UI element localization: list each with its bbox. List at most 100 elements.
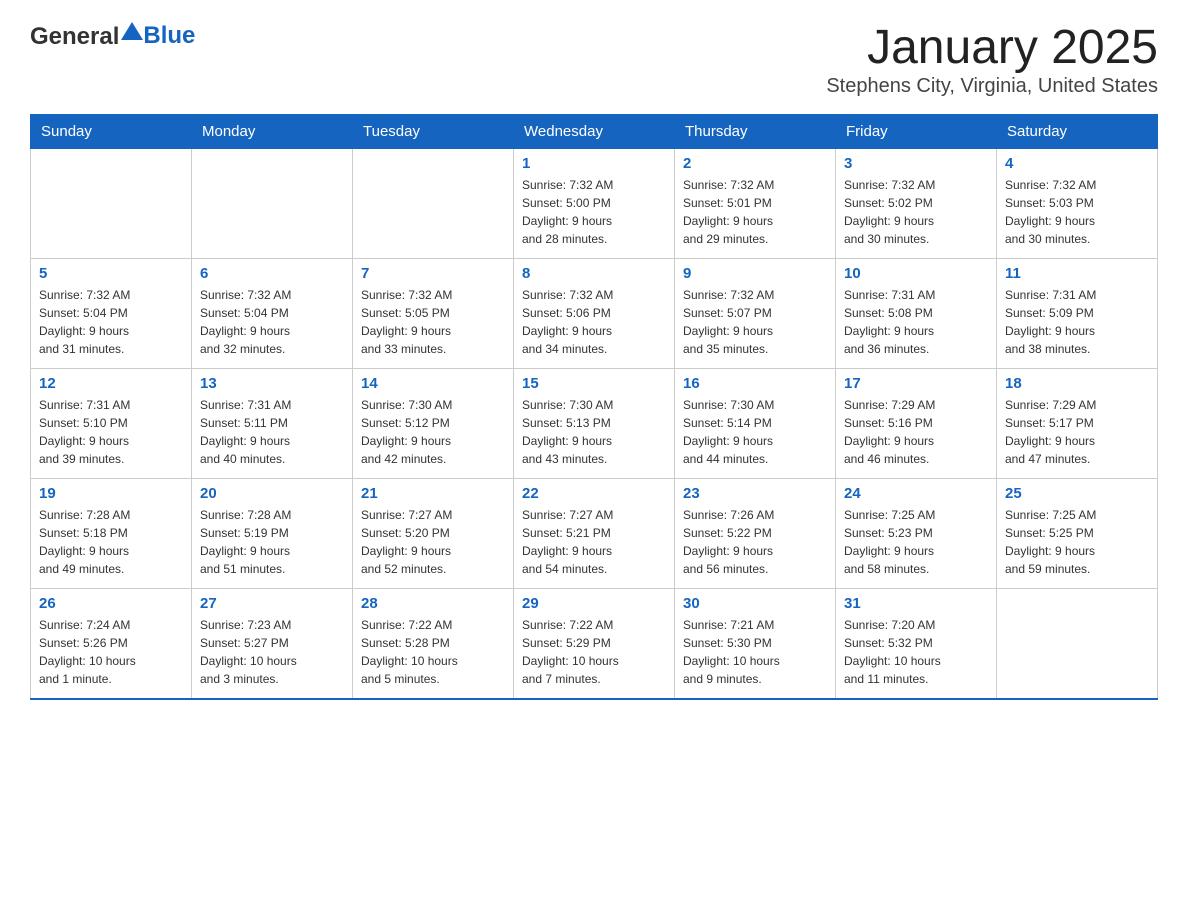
day-number: 3: [844, 155, 988, 172]
calendar-cell: 18Sunrise: 7:29 AM Sunset: 5:17 PM Dayli…: [997, 369, 1158, 479]
calendar-cell: 23 Sunrise: 7:26 AM Sunset: 5:22 PM Dayli…: [675, 479, 836, 589]
day-number: 23: [683, 485, 827, 502]
day-number: 27: [200, 595, 344, 612]
day-number: 29: [522, 595, 666, 612]
day-number: 11: [1005, 265, 1149, 282]
calendar-cell: [997, 589, 1158, 699]
day-number: 19: [39, 485, 183, 502]
calendar-cell: 9Sunrise: 7:32 AM Sunset: 5:07 PM Daylig…: [675, 259, 836, 369]
day-number: 13: [200, 375, 344, 392]
calendar-cell: [353, 149, 514, 259]
calendar-cell: 11 Sunrise: 7:31 AM Sunset: 5:09 PM Dayli…: [997, 259, 1158, 369]
day-info: Sunrise: 7:22 AM Sunset: 5:28 PM Dayligh…: [361, 616, 505, 688]
header-saturday: Saturday: [997, 115, 1158, 149]
day-info: Sunrise: 7:26 AM Sunset: 5:22 PM Dayligh…: [683, 506, 827, 578]
week-row-5: 26Sunrise: 7:24 AM Sunset: 5:26 PM Dayli…: [31, 589, 1158, 699]
header-monday: Monday: [192, 115, 353, 149]
calendar-cell: 13 Sunrise: 7:31 AM Sunset: 5:11 PM Dayli…: [192, 369, 353, 479]
day-number: 15: [522, 375, 666, 392]
day-info: Sunrise: 7:31 AM Sunset: 5:11 PM Dayligh…: [200, 396, 344, 468]
calendar-cell: 4 Sunrise: 7:32 AM Sunset: 5:03 PM Daylig…: [997, 149, 1158, 259]
day-number: 9: [683, 265, 827, 282]
day-info: Sunrise: 7:24 AM Sunset: 5:26 PM Dayligh…: [39, 616, 183, 688]
calendar-cell: 20 Sunrise: 7:28 AM Sunset: 5:19 PM Dayli…: [192, 479, 353, 589]
day-number: 4: [1005, 155, 1149, 172]
calendar-title: January 2025: [826, 20, 1158, 75]
day-info: Sunrise: 7:27 AM Sunset: 5:20 PM Dayligh…: [361, 506, 505, 578]
day-number: 20: [200, 485, 344, 502]
logo-blue-text: Blue: [143, 22, 195, 50]
day-number: 10: [844, 265, 988, 282]
day-info: Sunrise: 7:25 AM Sunset: 5:23 PM Dayligh…: [844, 506, 988, 578]
logo-general-text: General: [30, 23, 119, 51]
calendar-subtitle: Stephens City, Virginia, United States: [826, 75, 1158, 98]
day-info: Sunrise: 7:27 AM Sunset: 5:21 PM Dayligh…: [522, 506, 666, 578]
day-info: Sunrise: 7:28 AM Sunset: 5:19 PM Dayligh…: [200, 506, 344, 578]
calendar-cell: 2 Sunrise: 7:32 AM Sunset: 5:01 PM Daylig…: [675, 149, 836, 259]
title-block: January 2025 Stephens City, Virginia, Un…: [826, 20, 1158, 98]
calendar-cell: 21 Sunrise: 7:27 AM Sunset: 5:20 PM Dayli…: [353, 479, 514, 589]
calendar-cell: 14 Sunrise: 7:30 AM Sunset: 5:12 PM Dayli…: [353, 369, 514, 479]
day-info: Sunrise: 7:20 AM Sunset: 5:32 PM Dayligh…: [844, 616, 988, 688]
calendar-cell: 28 Sunrise: 7:22 AM Sunset: 5:28 PM Dayli…: [353, 589, 514, 699]
day-info: Sunrise: 7:32 AM Sunset: 5:04 PM Dayligh…: [200, 286, 344, 358]
logo: General Blue: [30, 20, 195, 51]
calendar-cell: 3 Sunrise: 7:32 AM Sunset: 5:02 PM Daylig…: [836, 149, 997, 259]
day-info: Sunrise: 7:28 AM Sunset: 5:18 PM Dayligh…: [39, 506, 183, 578]
calendar-cell: 5 Sunrise: 7:32 AM Sunset: 5:04 PM Daylig…: [31, 259, 192, 369]
calendar-cell: 19 Sunrise: 7:28 AM Sunset: 5:18 PM Dayli…: [31, 479, 192, 589]
day-number: 7: [361, 265, 505, 282]
calendar-cell: [192, 149, 353, 259]
day-info: Sunrise: 7:25 AM Sunset: 5:25 PM Dayligh…: [1005, 506, 1149, 578]
day-number: 5: [39, 265, 183, 282]
calendar-cell: 10 Sunrise: 7:31 AM Sunset: 5:08 PM Dayli…: [836, 259, 997, 369]
header-wednesday: Wednesday: [514, 115, 675, 149]
calendar-cell: 25 Sunrise: 7:25 AM Sunset: 5:25 PM Dayli…: [997, 479, 1158, 589]
day-number: 21: [361, 485, 505, 502]
day-info: Sunrise: 7:32 AM Sunset: 5:03 PM Dayligh…: [1005, 176, 1149, 248]
day-info: Sunrise: 7:30 AM Sunset: 5:13 PM Dayligh…: [522, 396, 666, 468]
day-number: 30: [683, 595, 827, 612]
header-friday: Friday: [836, 115, 997, 149]
page-header: General Blue January 2025 Stephens City,…: [30, 20, 1158, 98]
calendar-cell: 6Sunrise: 7:32 AM Sunset: 5:04 PM Daylig…: [192, 259, 353, 369]
day-info: Sunrise: 7:31 AM Sunset: 5:09 PM Dayligh…: [1005, 286, 1149, 358]
day-number: 2: [683, 155, 827, 172]
day-number: 17: [844, 375, 988, 392]
calendar-cell: 30Sunrise: 7:21 AM Sunset: 5:30 PM Dayli…: [675, 589, 836, 699]
calendar-cell: 17Sunrise: 7:29 AM Sunset: 5:16 PM Dayli…: [836, 369, 997, 479]
calendar-cell: 12Sunrise: 7:31 AM Sunset: 5:10 PM Dayli…: [31, 369, 192, 479]
day-number: 8: [522, 265, 666, 282]
day-info: Sunrise: 7:22 AM Sunset: 5:29 PM Dayligh…: [522, 616, 666, 688]
calendar-cell: 22Sunrise: 7:27 AM Sunset: 5:21 PM Dayli…: [514, 479, 675, 589]
day-info: Sunrise: 7:30 AM Sunset: 5:14 PM Dayligh…: [683, 396, 827, 468]
day-info: Sunrise: 7:32 AM Sunset: 5:00 PM Dayligh…: [522, 176, 666, 248]
day-info: Sunrise: 7:31 AM Sunset: 5:08 PM Dayligh…: [844, 286, 988, 358]
calendar-cell: 31 Sunrise: 7:20 AM Sunset: 5:32 PM Dayli…: [836, 589, 997, 699]
day-number: 25: [1005, 485, 1149, 502]
day-info: Sunrise: 7:32 AM Sunset: 5:01 PM Dayligh…: [683, 176, 827, 248]
calendar-cell: 24Sunrise: 7:25 AM Sunset: 5:23 PM Dayli…: [836, 479, 997, 589]
calendar-cell: 26Sunrise: 7:24 AM Sunset: 5:26 PM Dayli…: [31, 589, 192, 699]
calendar-cell: [31, 149, 192, 259]
logo-arrow-icon: [121, 20, 143, 47]
day-number: 28: [361, 595, 505, 612]
day-info: Sunrise: 7:23 AM Sunset: 5:27 PM Dayligh…: [200, 616, 344, 688]
day-number: 1: [522, 155, 666, 172]
calendar-cell: 8Sunrise: 7:32 AM Sunset: 5:06 PM Daylig…: [514, 259, 675, 369]
week-row-4: 19 Sunrise: 7:28 AM Sunset: 5:18 PM Dayli…: [31, 479, 1158, 589]
day-number: 16: [683, 375, 827, 392]
day-info: Sunrise: 7:29 AM Sunset: 5:17 PM Dayligh…: [1005, 396, 1149, 468]
day-number: 31: [844, 595, 988, 612]
day-info: Sunrise: 7:32 AM Sunset: 5:05 PM Dayligh…: [361, 286, 505, 358]
week-row-1: 1 Sunrise: 7:32 AM Sunset: 5:00 PM Daylig…: [31, 149, 1158, 259]
day-number: 12: [39, 375, 183, 392]
day-number: 14: [361, 375, 505, 392]
day-info: Sunrise: 7:32 AM Sunset: 5:04 PM Dayligh…: [39, 286, 183, 358]
day-info: Sunrise: 7:32 AM Sunset: 5:02 PM Dayligh…: [844, 176, 988, 248]
header-thursday: Thursday: [675, 115, 836, 149]
day-info: Sunrise: 7:30 AM Sunset: 5:12 PM Dayligh…: [361, 396, 505, 468]
header-sunday: Sunday: [31, 115, 192, 149]
calendar-cell: 16 Sunrise: 7:30 AM Sunset: 5:14 PM Dayli…: [675, 369, 836, 479]
weekday-header-row: SundayMondayTuesdayWednesdayThursdayFrid…: [31, 115, 1158, 149]
